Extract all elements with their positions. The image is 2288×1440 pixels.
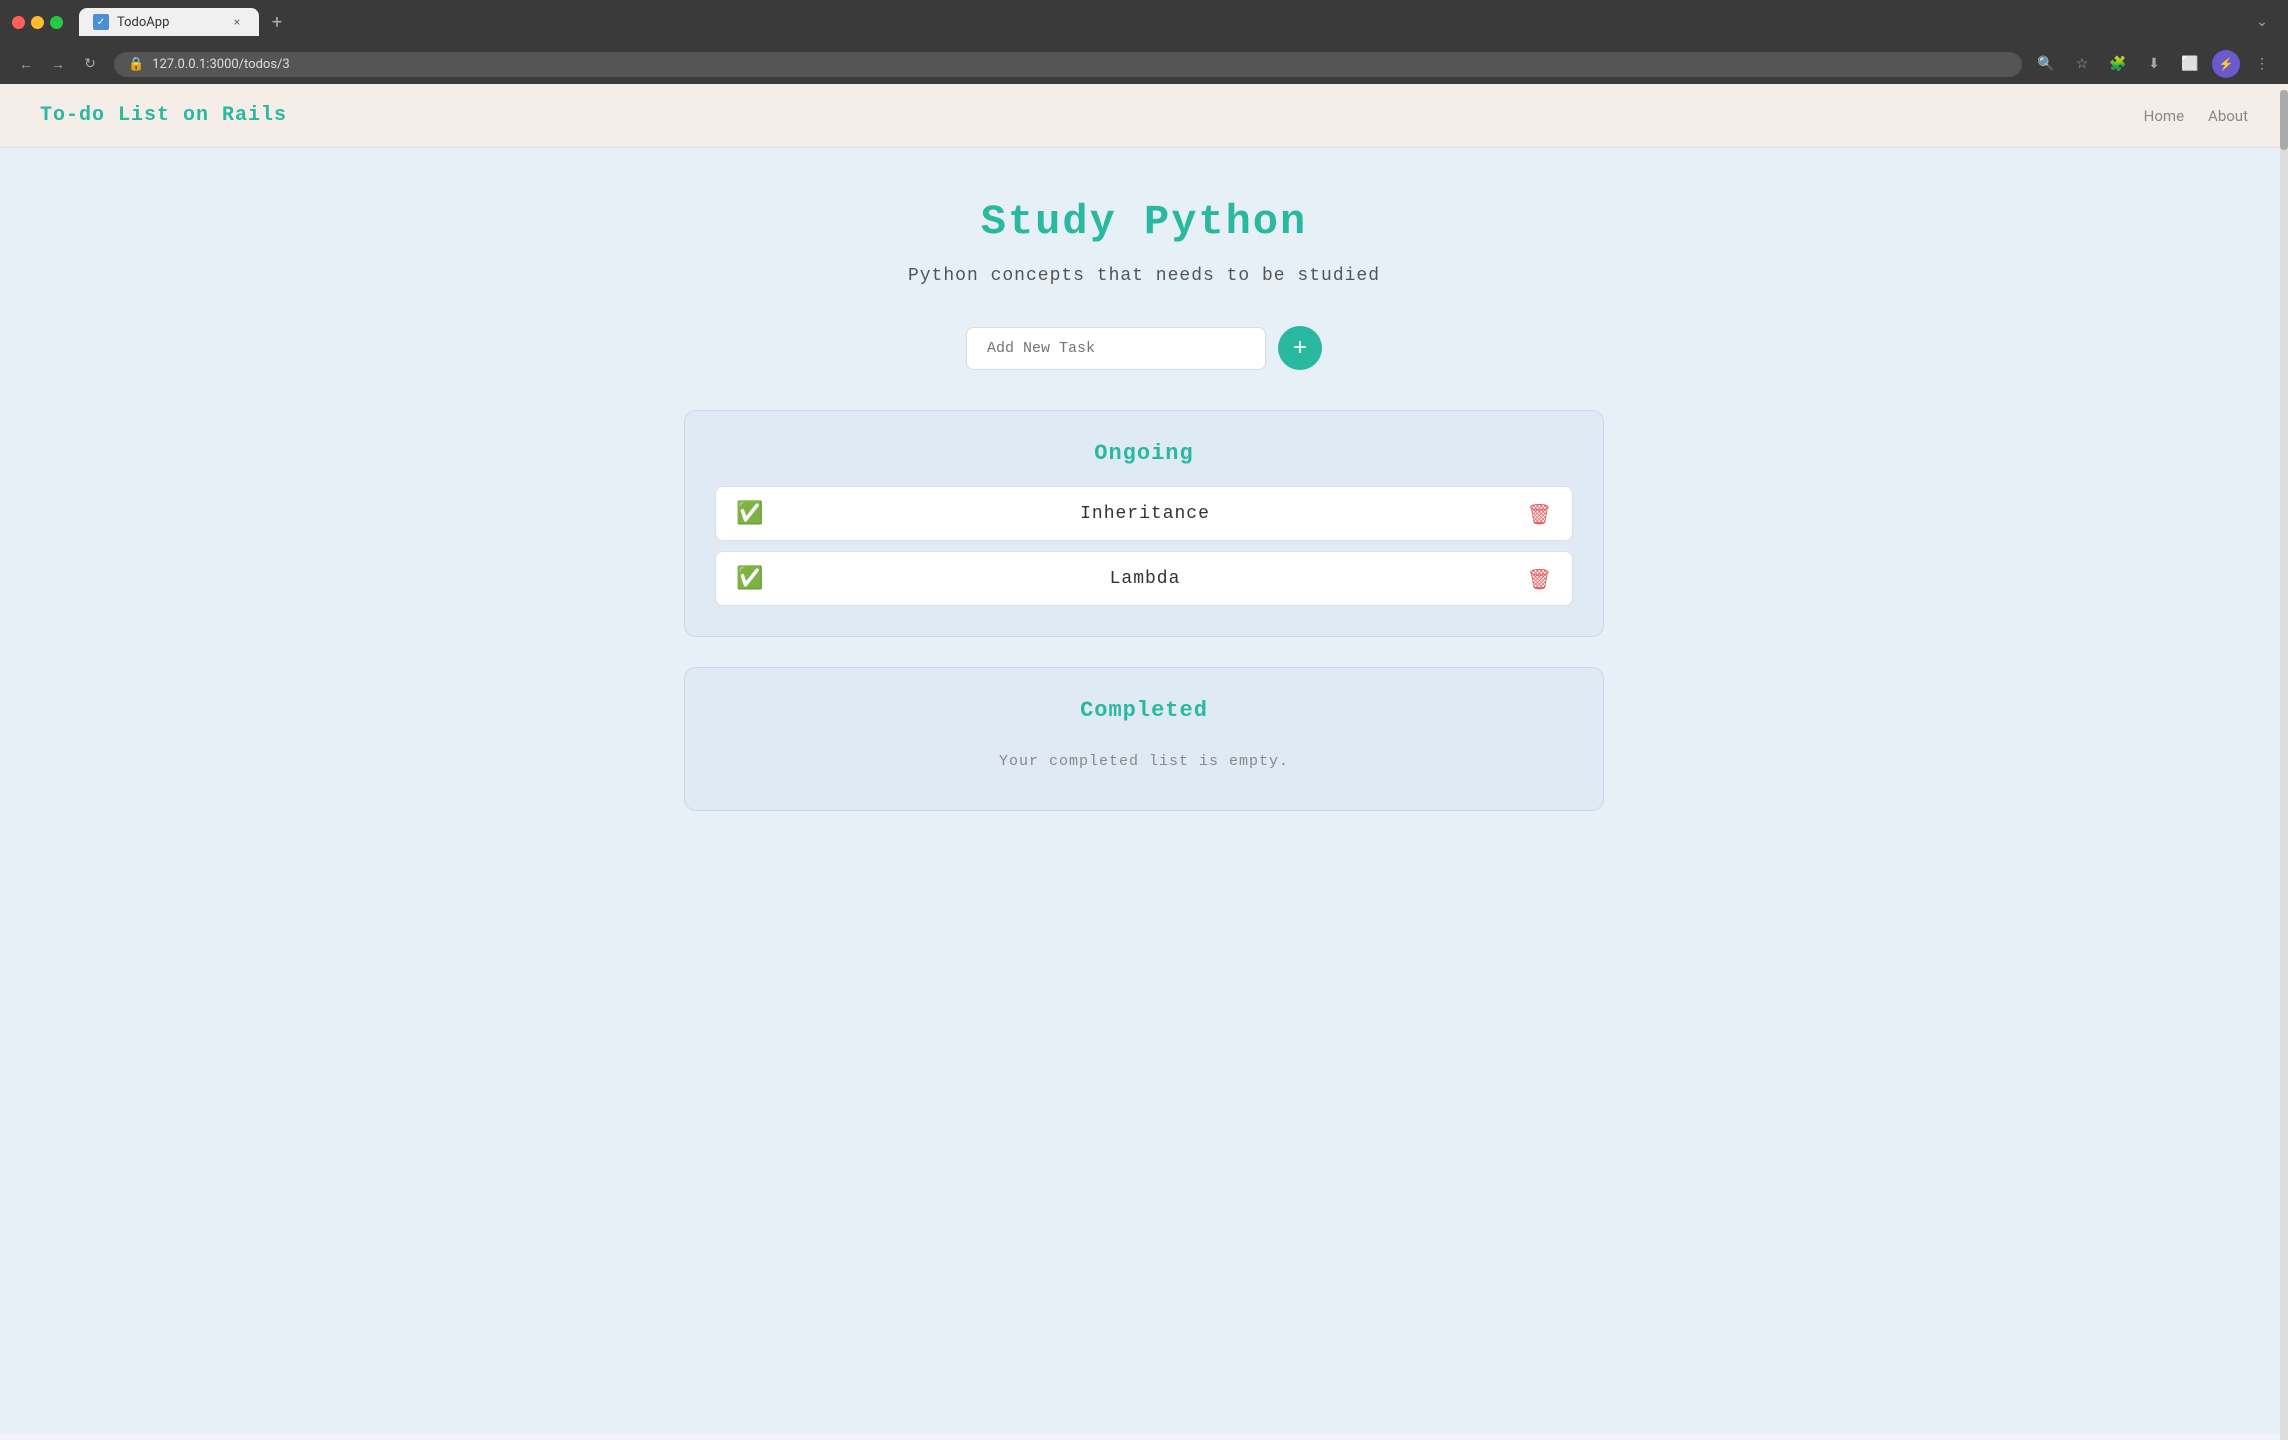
nav-buttons: ← → ↻ [12,50,104,78]
tab-title: TodoApp [117,15,169,30]
task-name: Lambda [763,569,1526,589]
traffic-lights [12,16,63,29]
forward-button[interactable]: → [44,50,72,78]
completed-section: Completed Your completed list is empty. [684,667,1604,811]
back-button[interactable]: ← [12,50,40,78]
add-task-form: + [684,326,1604,370]
nav-about-link[interactable]: About [2208,107,2248,125]
add-task-input[interactable] [966,327,1266,370]
main-content: Study Python Python concepts that needs … [664,148,1624,891]
lock-icon: 🔒 [128,57,144,72]
browser-chrome: ✓ TodoApp × + ⌄ ← → ↻ 🔒 127.0.0.1:3000/t… [0,0,2288,84]
nav-home-link[interactable]: Home [2144,107,2184,125]
refresh-button[interactable]: ↻ [76,50,104,78]
task-check-icon[interactable]: ✅ [736,501,763,526]
task-delete-icon[interactable]: 🗑 [1527,502,1552,526]
ongoing-section: Ongoing ✅ Inheritance 🗑 ✅ Lambda 🗑 [684,410,1604,637]
browser-toolbar: ← → ↻ 🔒 127.0.0.1:3000/todos/3 🔍 ☆ 🧩 ⬇ ⬜… [0,44,2288,84]
toolbar-actions: 🔍 ☆ 🧩 ⬇ ⬜ ⚡ ⋮ [2032,50,2276,78]
browser-titlebar: ✓ TodoApp × + ⌄ [0,0,2288,44]
bookmark-icon[interactable]: ☆ [2068,50,2096,78]
task-item: ✅ Lambda 🗑 [715,551,1573,606]
task-check-icon[interactable]: ✅ [736,566,763,591]
window-minimize-button[interactable] [31,16,44,29]
task-delete-icon[interactable]: 🗑 [1527,567,1552,591]
search-icon[interactable]: 🔍 [2032,50,2060,78]
page-title: Study Python [684,198,1604,246]
split-view-icon[interactable]: ⬜ [2176,50,2204,78]
download-icon[interactable]: ⬇ [2140,50,2168,78]
app-navbar: To-do List on Rails Home About [0,84,2288,148]
tab-close-button[interactable]: × [229,14,245,30]
profile-button[interactable]: ⚡ [2212,50,2240,78]
tab-favicon: ✓ [93,14,109,30]
address-bar[interactable]: 🔒 127.0.0.1:3000/todos/3 [114,52,2022,77]
browser-tab-active[interactable]: ✓ TodoApp × [79,8,259,36]
scrollbar[interactable] [2280,90,2288,1440]
app-container: To-do List on Rails Home About Study Pyt… [0,84,2288,1434]
window-maximize-button[interactable] [50,16,63,29]
url-display: 127.0.0.1:3000/todos/3 [152,57,2008,72]
chevron-down-icon[interactable]: ⌄ [2248,8,2276,36]
ongoing-section-title: Ongoing [715,441,1573,466]
menu-icon[interactable]: ⋮ [2248,50,2276,78]
app-brand-link[interactable]: To-do List on Rails [40,104,287,127]
scrollbar-thumb[interactable] [2280,90,2288,150]
completed-empty-message: Your completed list is empty. [715,743,1573,780]
page-subtitle: Python concepts that needs to be studied [684,266,1604,286]
task-name: Inheritance [763,504,1526,524]
task-item: ✅ Inheritance 🗑 [715,486,1573,541]
new-tab-button[interactable]: + [263,8,291,36]
add-task-button[interactable]: + [1278,326,1322,370]
window-close-button[interactable] [12,16,25,29]
tab-bar: ✓ TodoApp × + [71,8,299,36]
extensions-icon[interactable]: 🧩 [2104,50,2132,78]
app-nav-links: Home About [2144,107,2248,125]
completed-section-title: Completed [715,698,1573,723]
